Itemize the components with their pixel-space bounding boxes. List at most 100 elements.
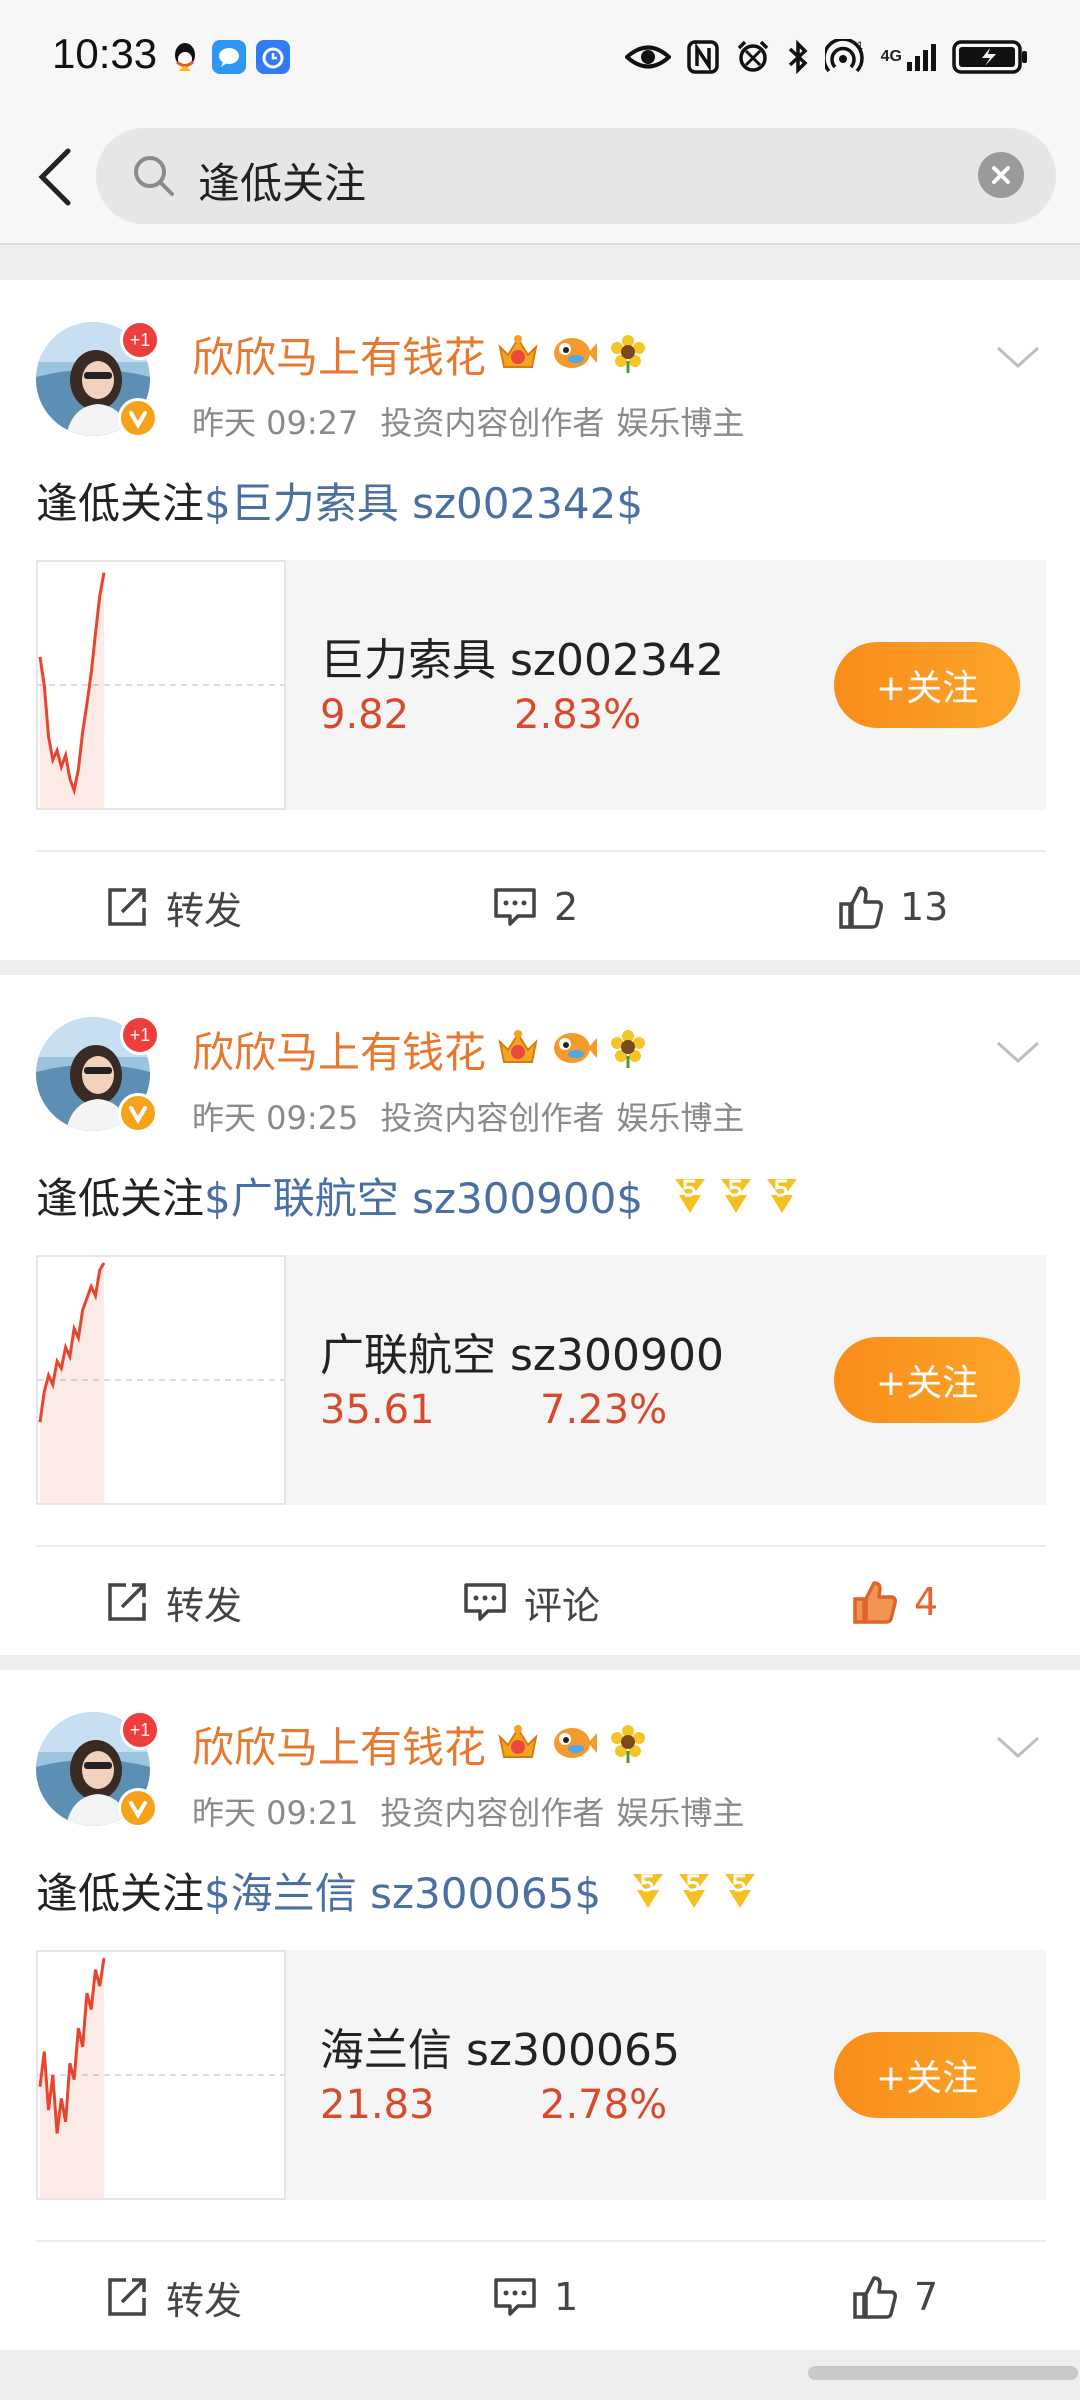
alarm-app-icon bbox=[256, 40, 290, 74]
verified-badge bbox=[118, 398, 158, 438]
thumbs-up-icon bbox=[839, 886, 883, 929]
chevron-down-icon bbox=[996, 1041, 1040, 1064]
stock-price: 21.83 bbox=[320, 2082, 435, 2128]
sunflower-icon bbox=[608, 1723, 648, 1767]
share-icon bbox=[108, 2278, 146, 2316]
vip-crown-icon bbox=[496, 333, 540, 377]
nfc-icon bbox=[686, 39, 719, 75]
thumbs-up-icon bbox=[853, 2276, 897, 2319]
comment-icon bbox=[494, 888, 536, 926]
user-tag: 投资内容创作者 bbox=[380, 1099, 605, 1137]
more-menu-button[interactable] bbox=[994, 342, 1042, 372]
stock-card[interactable]: 广联航空 sz300900 35.61 7.23% +关注 bbox=[36, 1255, 1046, 1505]
repost-label: 转发 bbox=[166, 888, 243, 933]
post-actions: 转发 1 7 bbox=[0, 2242, 1080, 2352]
fish-badge-icon bbox=[550, 1028, 598, 1072]
fish-badge-icon bbox=[550, 333, 598, 377]
like-button[interactable]: 4 bbox=[852, 1547, 938, 1657]
repost-button[interactable]: 转发 bbox=[104, 852, 242, 962]
search-input[interactable]: 逢低关注 bbox=[96, 128, 1056, 224]
alarm-icon bbox=[735, 39, 771, 75]
post-meta: 昨天 09:21 投资内容创作者 娱乐博主 bbox=[192, 1788, 744, 1834]
repost-button[interactable]: 转发 bbox=[104, 1547, 242, 1657]
user-name[interactable]: 欣欣马上有钱花 bbox=[192, 1714, 486, 1775]
post-text: 逢低关注 $巨力索具 sz002342$ bbox=[36, 470, 643, 531]
eye-icon bbox=[624, 39, 671, 75]
mini-chart-area bbox=[40, 1958, 104, 2198]
stock-card[interactable]: 巨力索具 sz002342 9.82 2.83% +关注 bbox=[36, 560, 1046, 810]
user-tag: 娱乐博主 bbox=[616, 1099, 745, 1137]
fish-badge-icon bbox=[550, 1723, 598, 1767]
post-time: 昨天 09:27 bbox=[192, 404, 359, 442]
post-actions: 转发 2 13 bbox=[0, 852, 1080, 962]
post-card[interactable]: +1 欣欣马上有钱花 昨天 09:27 投资内容创作者 娱乐博主 逢低关注 $巨力索具… bbox=[0, 280, 1080, 960]
sunflower-icon bbox=[608, 333, 648, 377]
repost-label: 转发 bbox=[166, 1583, 243, 1628]
sunflower-icon bbox=[608, 1028, 648, 1072]
like-count: 7 bbox=[914, 2275, 939, 2319]
status-time: 10:33 bbox=[52, 30, 158, 77]
hotspot-icon: 1 bbox=[824, 39, 865, 75]
battery-icon bbox=[952, 39, 1028, 75]
back-button[interactable] bbox=[22, 140, 86, 214]
repost-label: 转发 bbox=[166, 2278, 243, 2323]
like-count: 13 bbox=[900, 885, 949, 929]
mini-chart-area bbox=[40, 1263, 104, 1503]
mini-chart-area bbox=[40, 572, 104, 808]
follow-button[interactable]: +关注 bbox=[834, 642, 1020, 728]
stock-name: 广联航空 sz300900 bbox=[320, 1330, 724, 1381]
header-divider bbox=[0, 243, 1080, 245]
user-name[interactable]: 欣欣马上有钱花 bbox=[192, 324, 486, 385]
stock-card[interactable]: 海兰信 sz300065 21.83 2.78% +关注 bbox=[36, 1950, 1046, 2200]
stock-link[interactable]: $巨力索具 sz002342$ bbox=[204, 470, 643, 531]
more-menu-button[interactable] bbox=[994, 1037, 1042, 1067]
stock-link[interactable]: $海兰信 sz300065$ bbox=[204, 1860, 601, 1921]
post-text: 逢低关注 $广联航空 sz300900$ bbox=[36, 1165, 805, 1226]
post-text-prefix: 逢低关注 bbox=[36, 1869, 205, 1918]
thumbs-up-icon bbox=[853, 1581, 897, 1624]
user-name[interactable]: 欣欣马上有钱花 bbox=[192, 1019, 486, 1080]
signal-icon: 4G bbox=[881, 39, 936, 75]
search-query[interactable]: 逢低关注 bbox=[198, 150, 366, 211]
emoji-group bbox=[667, 1173, 805, 1219]
post-text-prefix: 逢低关注 bbox=[36, 1174, 205, 1223]
clear-search-button[interactable] bbox=[978, 152, 1024, 198]
like-button[interactable]: 7 bbox=[852, 2242, 938, 2352]
comment-button[interactable]: 2 bbox=[492, 852, 578, 962]
like-count: 4 bbox=[914, 1580, 939, 1624]
network-type: 4G bbox=[880, 48, 902, 65]
five-arrow-emoji-icon bbox=[633, 1873, 664, 1908]
home-indicator bbox=[808, 2366, 1078, 2380]
post-card[interactable]: +1 欣欣马上有钱花 昨天 09:21 投资内容创作者 娱乐博主 逢低关注 $海兰信 … bbox=[0, 1670, 1080, 2350]
more-menu-button[interactable] bbox=[994, 1732, 1042, 1762]
chevron-down-icon bbox=[996, 346, 1040, 369]
post-text-prefix: 逢低关注 bbox=[36, 479, 205, 528]
stock-mini-chart bbox=[36, 1255, 286, 1505]
stock-price: 9.82 bbox=[320, 692, 410, 738]
post-card[interactable]: +1 欣欣马上有钱花 昨天 09:25 投资内容创作者 娱乐博主 逢低关注 $广联航空… bbox=[0, 975, 1080, 1655]
comment-count: 1 bbox=[554, 2275, 579, 2319]
comment-count: 评论 bbox=[524, 1583, 601, 1628]
follow-button[interactable]: +关注 bbox=[834, 1337, 1020, 1423]
like-button[interactable]: 13 bbox=[838, 852, 948, 962]
chevron-down-icon bbox=[996, 1736, 1040, 1759]
five-arrow-emoji-icon bbox=[721, 1178, 752, 1213]
stock-link[interactable]: $广联航空 sz300900$ bbox=[204, 1165, 643, 1226]
new-post-badge: +1 bbox=[120, 1015, 160, 1055]
follow-button[interactable]: +关注 bbox=[834, 2032, 1020, 2118]
user-tag: 投资内容创作者 bbox=[380, 404, 605, 442]
post-actions: 转发 评论 4 bbox=[0, 1547, 1080, 1657]
message-app-icon bbox=[212, 40, 246, 74]
verified-badge bbox=[118, 1093, 158, 1133]
repost-button[interactable]: 转发 bbox=[104, 2242, 242, 2352]
stock-change: 2.83% bbox=[514, 692, 642, 738]
status-bar: 10:33 1 4G bbox=[0, 0, 1080, 118]
five-arrow-emoji-icon bbox=[675, 1178, 706, 1213]
five-arrow-emoji-icon bbox=[725, 1873, 756, 1908]
comment-button[interactable]: 评论 bbox=[462, 1547, 600, 1657]
user-tag: 娱乐博主 bbox=[616, 404, 745, 442]
five-arrow-emoji-icon bbox=[679, 1873, 710, 1908]
comment-button[interactable]: 1 bbox=[492, 2242, 578, 2352]
share-icon bbox=[108, 888, 146, 926]
comment-icon bbox=[494, 2278, 536, 2316]
